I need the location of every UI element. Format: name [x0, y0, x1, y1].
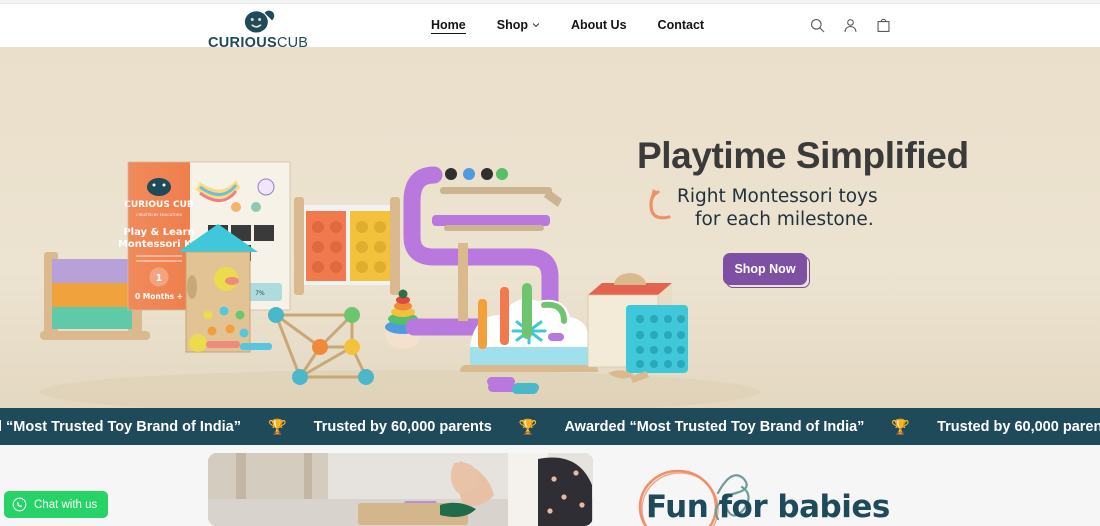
brand-logo[interactable]: CURIOUSCUB — [208, 8, 308, 51]
nav-label-contact: Contact — [657, 18, 705, 32]
main-navigation: Home Shop About Us Contact — [431, 4, 704, 47]
trophy-icon: 🏆 — [518, 418, 538, 436]
marquee-item: Awarded “Most Trusted Toy Brand of India… — [564, 418, 865, 435]
account-icon[interactable] — [842, 17, 859, 34]
section-heading: Fun for babies — [646, 489, 890, 525]
baby-playing-image — [208, 453, 593, 526]
svg-text:Play & Learn: Play & Learn — [123, 227, 194, 238]
trophy-icon: 🏆 — [891, 418, 911, 436]
svg-text:7%: 7% — [255, 290, 265, 297]
hero-subtitle-row: Right Montessori toys for each milestone… — [637, 186, 937, 231]
nav-label-about-us: About Us — [570, 18, 627, 32]
whatsapp-chat-button[interactable]: Chat with us — [4, 491, 109, 518]
nav-item-contact[interactable]: Contact — [658, 18, 705, 33]
whatsapp-icon — [12, 497, 27, 512]
baby-playing-video-card[interactable] — [208, 453, 593, 526]
search-icon[interactable] — [809, 17, 826, 34]
marquee-track: Awarded “Most Trusted Toy Brand of India… — [0, 418, 1100, 436]
lower-section: Fun for babies — [0, 445, 1100, 526]
svg-text:0 Months +: 0 Months + — [135, 292, 183, 301]
nav-label-shop: Shop — [496, 18, 528, 32]
hero-subtitle: Right Montessori toys for each milestone… — [677, 186, 937, 231]
whatsapp-label: Chat with us — [34, 498, 98, 511]
trophy-icon: 🏆 — [267, 418, 287, 436]
site-header: CURIOUSCUB Home Shop About Us Contact — [0, 4, 1100, 50]
header-actions — [809, 4, 892, 47]
hero-section: CURIOUS CUB CREATED BY EDUCATORS Play & … — [0, 47, 1100, 408]
cub-face-logo-icon — [245, 10, 275, 33]
curved-arrow-icon — [649, 189, 671, 220]
svg-text:CURIOUS CUB: CURIOUS CUB — [124, 200, 194, 210]
hero-copy: Playtime Simplified Right Montessori toy… — [637, 135, 969, 289]
marquee-item: Trusted by 60,000 parents — [937, 418, 1100, 435]
marquee-item: Trusted by 60,000 parents — [313, 418, 492, 435]
svg-text:CREATED BY EDUCATORS: CREATED BY EDUCATORS — [136, 213, 182, 217]
chevron-down-icon — [532, 23, 540, 27]
nav-item-shop[interactable]: Shop — [497, 18, 540, 33]
shop-now-button[interactable]: Shop Now — [723, 253, 807, 286]
svg-text:1: 1 — [156, 273, 163, 284]
shop-now-wrapper: Shop Now — [723, 253, 810, 289]
cart-icon[interactable] — [875, 17, 892, 34]
announcement-marquee: Awarded “Most Trusted Toy Brand of India… — [0, 408, 1100, 445]
nav-item-about-us[interactable]: About Us — [571, 18, 627, 33]
fun-for-babies-heading-block: Fun for babies — [626, 455, 1046, 526]
marquee-item: Awarded “Most Trusted Toy Brand of India… — [0, 418, 241, 435]
nav-item-home[interactable]: Home — [431, 18, 466, 34]
hero-subtitle-line1: Right Montessori toys — [677, 186, 878, 207]
nav-label-home: Home — [431, 17, 466, 32]
hero-title: Playtime Simplified — [637, 135, 969, 176]
hero-subtitle-line2: for each milestone. — [695, 208, 874, 230]
